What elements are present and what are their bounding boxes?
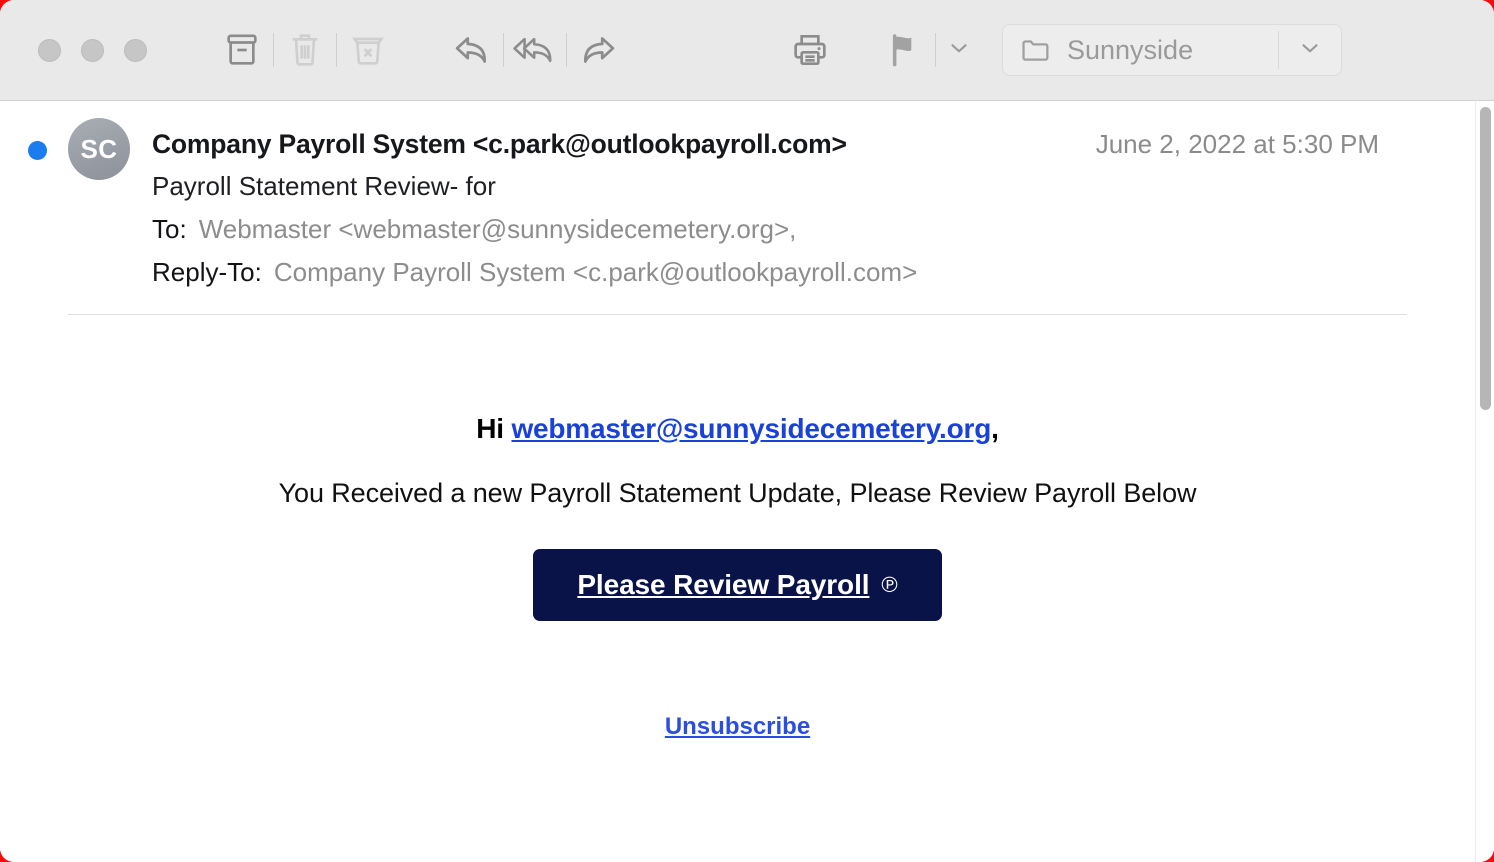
- unsubscribe-container: Unsubscribe: [0, 713, 1475, 741]
- message-actions-group: [211, 19, 399, 81]
- traffic-light-group: [38, 38, 147, 62]
- folder-icon: [1019, 33, 1053, 67]
- message-body: Hi webmaster@sunnysidecemetery.org, You …: [0, 315, 1475, 741]
- reply-all-button[interactable]: [504, 19, 566, 81]
- to-row: To: Webmaster <webmaster@sunnysidecemete…: [152, 214, 1385, 245]
- header-fields: Company Payroll System <c.park@outlookpa…: [152, 129, 1475, 288]
- message-header: SC Company Payroll System <c.park@outloo…: [0, 101, 1475, 288]
- reply-to-row: Reply-To: Company Payroll System <c.park…: [152, 257, 1385, 288]
- printer-icon: [790, 30, 830, 70]
- flag-button[interactable]: [873, 19, 935, 81]
- reply-button[interactable]: [441, 19, 503, 81]
- scrollbar-thumb[interactable]: [1480, 107, 1491, 410]
- message-scroll-area: SC Company Payroll System <c.park@outloo…: [0, 101, 1475, 862]
- cta-container: Please Review Payroll ℗: [0, 549, 1475, 621]
- minimize-button[interactable]: [81, 38, 104, 62]
- delete-button[interactable]: [274, 19, 336, 81]
- junk-icon: [348, 30, 388, 70]
- archive-button[interactable]: [211, 19, 273, 81]
- mailbox-selector[interactable]: Sunnyside: [1002, 24, 1342, 76]
- flag-icon: [884, 30, 924, 70]
- sender-name: Company Payroll System <c.park@outlookpa…: [152, 129, 847, 159]
- mail-message-window: Sunnyside SC Company Payroll System <c.p…: [0, 0, 1494, 862]
- unread-indicator[interactable]: [28, 141, 47, 160]
- vertical-scrollbar[interactable]: [1475, 101, 1494, 862]
- reply-icon: [450, 28, 494, 72]
- print-button[interactable]: [779, 19, 841, 81]
- archive-icon: [222, 30, 262, 70]
- forward-button[interactable]: [567, 19, 629, 81]
- flag-group: [873, 19, 982, 81]
- chevron-down-icon: [1297, 35, 1323, 66]
- print-group: [779, 19, 841, 81]
- message-date: June 2, 2022 at 5:30 PM: [1095, 129, 1379, 159]
- circled-mark-icon: ℗: [881, 572, 898, 597]
- sender-row: Company Payroll System <c.park@outlookpa…: [152, 129, 1385, 160]
- reply-to-label: Reply-To:: [152, 257, 262, 287]
- message-subject: Payroll Statement Review- for: [152, 171, 496, 201]
- avatar: SC: [68, 118, 130, 180]
- unsubscribe-link[interactable]: Unsubscribe: [665, 713, 810, 740]
- to-value[interactable]: Webmaster <webmaster@sunnysidecemetery.o…: [199, 214, 797, 245]
- message-pane: SC Company Payroll System <c.park@outloo…: [0, 101, 1494, 862]
- reply-to-value[interactable]: Company Payroll System <c.park@outlookpa…: [274, 257, 917, 288]
- flag-dropdown-button[interactable]: [936, 24, 982, 76]
- greeting-prefix: Hi: [476, 413, 512, 444]
- reply-all-icon: [511, 28, 559, 72]
- reply-actions-group: [441, 19, 629, 81]
- trash-icon: [285, 30, 325, 70]
- cta-label: Please Review Payroll: [577, 569, 870, 600]
- chevron-down-icon: [946, 35, 972, 66]
- close-button[interactable]: [38, 38, 61, 62]
- mailbox-dropdown-button[interactable]: [1279, 24, 1341, 76]
- forward-icon: [576, 28, 620, 72]
- body-lead-text: You Received a new Payroll Statement Upd…: [278, 478, 1197, 508]
- to-label: To:: [152, 214, 187, 244]
- zoom-button[interactable]: [124, 38, 147, 62]
- window-toolbar: Sunnyside: [0, 0, 1494, 101]
- review-payroll-button[interactable]: Please Review Payroll ℗: [533, 549, 942, 621]
- mailbox-name-label: Sunnyside: [1067, 34, 1194, 65]
- recipient-email-link[interactable]: webmaster@sunnysidecemetery.org: [511, 413, 991, 444]
- greeting-line: Hi webmaster@sunnysidecemetery.org,: [0, 413, 1475, 445]
- greeting-suffix: ,: [991, 413, 999, 444]
- junk-button[interactable]: [337, 19, 399, 81]
